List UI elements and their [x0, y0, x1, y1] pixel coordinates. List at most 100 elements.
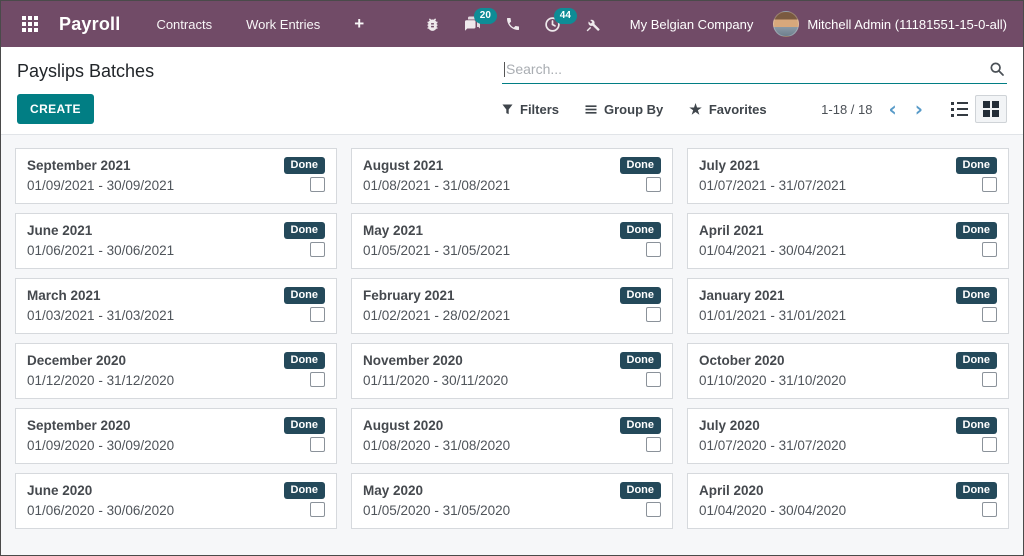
pager-next-button[interactable]: ›: [913, 99, 925, 119]
batch-title: January 2021: [699, 288, 785, 303]
navbar-right: 20 44 My Belgian Company Mitchell Admin …: [414, 1, 1009, 47]
batch-title: September 2021: [27, 158, 131, 173]
batch-checkbox[interactable]: [646, 307, 661, 322]
batch-checkbox[interactable]: [982, 177, 997, 192]
payslip-batch-card[interactable]: June 2021 Done 01/06/2021 - 30/06/2021: [15, 213, 337, 269]
batch-date-range: 01/04/2021 - 30/04/2021: [699, 243, 847, 258]
phone-icon[interactable]: [494, 1, 532, 47]
pager-value: 1-18 / 18: [821, 101, 873, 117]
list-view-icon: [950, 101, 968, 117]
payslip-batch-card[interactable]: April 2021 Done 01/04/2021 - 30/04/2021: [687, 213, 1009, 269]
batch-checkbox[interactable]: [646, 502, 661, 517]
status-badge: Done: [955, 287, 997, 304]
batch-title: November 2020: [363, 353, 463, 368]
apps-menu-button[interactable]: [13, 7, 47, 41]
batch-title: July 2020: [699, 418, 760, 433]
batch-date-range: 01/06/2020 - 30/06/2020: [27, 503, 175, 518]
batch-title: June 2021: [27, 223, 93, 238]
batch-checkbox[interactable]: [646, 437, 661, 452]
batch-checkbox[interactable]: [982, 242, 997, 257]
payslip-batch-card[interactable]: July 2020 Done 01/07/2020 - 31/07/2020: [687, 408, 1009, 464]
status-badge: Done: [955, 352, 997, 369]
payslip-batch-card[interactable]: September 2020 Done 01/09/2020 - 30/09/2…: [15, 408, 337, 464]
batch-title: September 2020: [27, 418, 131, 433]
batch-title: December 2020: [27, 353, 127, 368]
payslip-batch-card[interactable]: December 2020 Done 01/12/2020 - 31/12/20…: [15, 343, 337, 399]
batch-checkbox[interactable]: [310, 242, 325, 257]
text-caret: [504, 61, 505, 77]
user-menu[interactable]: Mitchell Admin (11181551-15-0-all): [771, 11, 1009, 37]
kanban-view: September 2021 Done 01/09/2021 - 30/09/2…: [1, 134, 1023, 555]
batch-checkbox[interactable]: [310, 372, 325, 387]
payslip-batch-card[interactable]: March 2021 Done 01/03/2021 - 31/03/2021: [15, 278, 337, 334]
payslip-batch-card[interactable]: July 2021 Done 01/07/2021 - 31/07/2021: [687, 148, 1009, 204]
batch-title: March 2021: [27, 288, 101, 303]
pager: 1-18 / 18 ‹ ›: [821, 99, 925, 119]
main-menu: Contracts Work Entries +: [142, 1, 378, 47]
menu-plus[interactable]: +: [340, 1, 378, 47]
batch-checkbox[interactable]: [310, 307, 325, 322]
search-icon[interactable]: [989, 61, 1005, 77]
user-avatar: [773, 11, 800, 37]
batch-checkbox[interactable]: [646, 242, 661, 257]
payslip-batch-card[interactable]: May 2020 Done 01/05/2020 - 31/05/2020: [351, 473, 673, 529]
menu-work-entries[interactable]: Work Entries: [232, 1, 334, 47]
batch-date-range: 01/07/2021 - 31/07/2021: [699, 178, 847, 193]
status-badge: Done: [619, 417, 661, 434]
batch-title: April 2020: [699, 483, 764, 498]
payslip-batch-card[interactable]: February 2021 Done 01/02/2021 - 28/02/20…: [351, 278, 673, 334]
batch-date-range: 01/05/2021 - 31/05/2021: [363, 243, 511, 258]
batch-checkbox[interactable]: [646, 177, 661, 192]
batch-date-range: 01/08/2020 - 31/08/2020: [363, 438, 511, 453]
payslip-batch-card[interactable]: June 2020 Done 01/06/2020 - 30/06/2020: [15, 473, 337, 529]
favorites-button[interactable]: ★ Favorites: [689, 102, 766, 117]
tools-icon[interactable]: [574, 1, 612, 47]
view-switcher: [943, 95, 1007, 123]
batch-checkbox[interactable]: [982, 437, 997, 452]
batch-date-range: 01/10/2020 - 31/10/2020: [699, 373, 847, 388]
search-input[interactable]: Search...: [502, 57, 1007, 84]
kanban-view-button[interactable]: [975, 95, 1007, 123]
batch-checkbox[interactable]: [982, 372, 997, 387]
user-name: Mitchell Admin (11181551-15-0-all): [807, 16, 1007, 32]
batch-title: August 2021: [363, 158, 444, 173]
batch-checkbox[interactable]: [646, 372, 661, 387]
payslip-batch-card[interactable]: January 2021 Done 01/01/2021 - 31/01/202…: [687, 278, 1009, 334]
batch-date-range: 01/12/2020 - 31/12/2020: [27, 373, 175, 388]
debug-bug-icon[interactable]: [414, 1, 452, 47]
batch-checkbox[interactable]: [982, 307, 997, 322]
status-badge: Done: [955, 157, 997, 174]
app-name[interactable]: Payroll: [59, 14, 120, 35]
create-button[interactable]: CREATE: [17, 94, 94, 124]
kanban-view-icon: [983, 101, 999, 117]
batch-title: October 2020: [699, 353, 785, 368]
list-view-button[interactable]: [943, 95, 975, 123]
group-by-button[interactable]: Group By: [585, 102, 663, 117]
payslip-batch-card[interactable]: April 2020 Done 01/04/2020 - 30/04/2020: [687, 473, 1009, 529]
batch-checkbox[interactable]: [982, 502, 997, 517]
batch-title: April 2021: [699, 223, 764, 238]
menu-contracts[interactable]: Contracts: [142, 1, 226, 47]
messages-icon[interactable]: 20: [454, 1, 497, 47]
status-badge: Done: [619, 157, 661, 174]
payslip-batch-card[interactable]: August 2021 Done 01/08/2021 - 31/08/2021: [351, 148, 673, 204]
activities-clock-icon[interactable]: 44: [534, 1, 577, 47]
batch-checkbox[interactable]: [310, 502, 325, 517]
payslip-batch-card[interactable]: October 2020 Done 01/10/2020 - 31/10/202…: [687, 343, 1009, 399]
batch-checkbox[interactable]: [310, 177, 325, 192]
payslip-batch-card[interactable]: August 2020 Done 01/08/2020 - 31/08/2020: [351, 408, 673, 464]
batch-date-range: 01/03/2021 - 31/03/2021: [27, 308, 175, 323]
status-badge: Done: [619, 482, 661, 499]
pager-previous-button[interactable]: ‹: [887, 99, 899, 119]
batch-title: February 2021: [363, 288, 455, 303]
payslip-batch-card[interactable]: May 2021 Done 01/05/2021 - 31/05/2021: [351, 213, 673, 269]
filters-button[interactable]: Filters: [502, 102, 559, 117]
batch-checkbox[interactable]: [310, 437, 325, 452]
control-panel: Payslips Batches Search... CREATE Filter…: [1, 47, 1023, 134]
batch-date-range: 01/11/2020 - 30/11/2020: [363, 373, 509, 388]
batch-title: August 2020: [363, 418, 444, 433]
company-switcher[interactable]: My Belgian Company: [614, 17, 770, 32]
payslip-batch-card[interactable]: September 2021 Done 01/09/2021 - 30/09/2…: [15, 148, 337, 204]
status-badge: Done: [283, 482, 325, 499]
payslip-batch-card[interactable]: November 2020 Done 01/11/2020 - 30/11/20…: [351, 343, 673, 399]
